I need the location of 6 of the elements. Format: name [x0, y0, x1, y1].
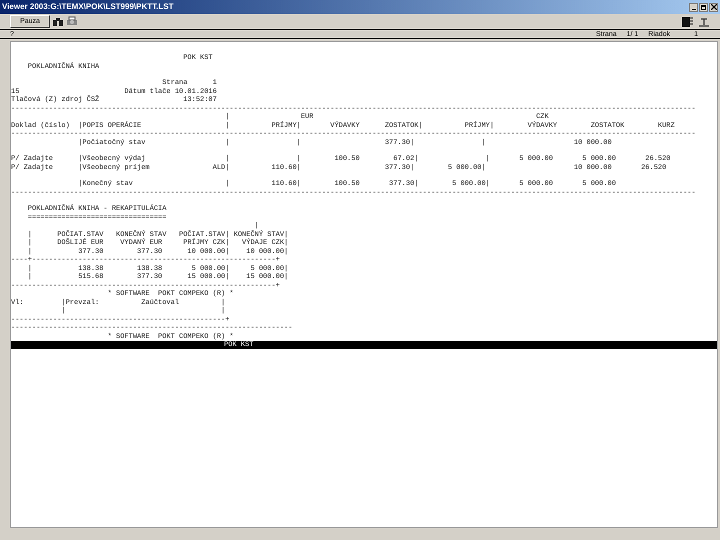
close-button[interactable]: [709, 2, 718, 12]
binoculars-icon[interactable]: [52, 16, 64, 26]
window-title: Viewer 2003:G:\TEMX\POK\LST999\PKTT.LST: [2, 3, 174, 11]
printer-icon[interactable]: [66, 16, 78, 27]
minimize-button[interactable]: [689, 2, 698, 12]
maximize-button[interactable]: [699, 2, 708, 12]
